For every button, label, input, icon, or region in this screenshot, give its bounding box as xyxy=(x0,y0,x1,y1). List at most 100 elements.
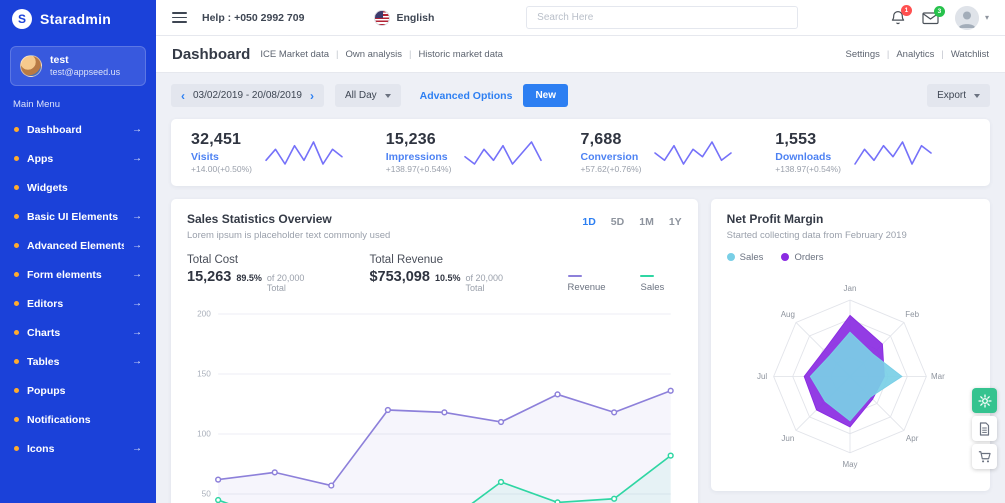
range-tab-5d[interactable]: 5D xyxy=(611,216,624,228)
search-container xyxy=(449,6,875,29)
arrow-right-icon: → xyxy=(132,240,142,252)
user-avatar xyxy=(20,55,42,78)
svg-text:Jun: Jun xyxy=(782,434,795,443)
separator: | xyxy=(941,48,944,60)
arrow-right-icon: → xyxy=(132,356,142,368)
breadcrumb: ICE Market data | Own analysis | Histori… xyxy=(260,49,503,60)
sidebar-item-notifications[interactable]: Notifications xyxy=(0,405,156,434)
language-selector[interactable]: English xyxy=(374,9,435,26)
language-label: English xyxy=(396,11,435,24)
all-day-label: All Day xyxy=(344,90,377,101)
new-button[interactable]: New xyxy=(523,84,568,107)
sidebar-item-popups[interactable]: Popups xyxy=(0,376,156,405)
bullet-icon xyxy=(14,446,19,452)
link-watchlist[interactable]: Watchlist xyxy=(951,49,989,60)
link-analytics[interactable]: Analytics xyxy=(896,49,934,60)
content-area: ‹ 03/02/2019 - 20/08/2019 › All Day Adva… xyxy=(156,73,1005,503)
net-profit-subtitle: Started collecting data from February 20… xyxy=(726,230,907,241)
sidebar-item-widgets[interactable]: Widgets xyxy=(0,173,156,202)
stats-card: 32,451 Visits +14.00(+0.50%) 15,236 Impr… xyxy=(171,119,990,186)
link-settings[interactable]: Settings xyxy=(846,49,880,60)
svg-text:Jan: Jan xyxy=(844,284,857,293)
brand-initial: S xyxy=(17,11,26,26)
cart-fab-button[interactable] xyxy=(972,444,997,469)
svg-text:100: 100 xyxy=(197,430,211,439)
impressions-sparkline-chart xyxy=(464,140,543,165)
profile-menu[interactable]: ▾ xyxy=(954,5,989,30)
document-fab-button[interactable] xyxy=(972,416,997,441)
line-chart-legend: Revenue Sales xyxy=(567,271,682,293)
stat-conversion: 7,688 Conversion +57.62(+0.76%) xyxy=(581,131,776,174)
stat-change: +14.00(+0.50%) xyxy=(191,164,252,174)
cart-icon xyxy=(978,450,991,462)
export-dropdown[interactable]: Export xyxy=(927,84,990,107)
sidebar-item-tables[interactable]: Tables → xyxy=(0,347,156,376)
stat-label: Conversion xyxy=(580,151,639,163)
range-tab-1m[interactable]: 1M xyxy=(639,216,654,228)
bullet-icon xyxy=(14,359,19,365)
page-header: Dashboard ICE Market data | Own analysis… xyxy=(156,36,1005,73)
stat-change: +138.97(+0.54%) xyxy=(385,164,452,174)
next-date-button[interactable]: › xyxy=(310,90,314,102)
stat-impressions: 15,236 Impressions +138.97(+0.54%) xyxy=(386,131,581,174)
svg-text:50: 50 xyxy=(202,490,212,499)
link-historic-market-data[interactable]: Historic market data xyxy=(418,49,502,60)
notifications-button[interactable]: 1 xyxy=(890,4,912,26)
total-revenue-percent: 10.5% xyxy=(434,273,461,283)
sidebar-item-editors[interactable]: Editors → xyxy=(0,289,156,318)
user-email: test@appseed.us xyxy=(50,67,121,78)
arrow-right-icon: → xyxy=(132,298,142,310)
stat-value: 15,236 xyxy=(385,131,436,148)
messages-badge: 3 xyxy=(933,5,945,17)
orders-dot-swatch xyxy=(781,253,790,262)
sidebar-item-dashboard[interactable]: Dashboard → xyxy=(0,115,156,144)
user-name: test xyxy=(50,54,69,66)
help-phone-text: Help : +050 2992 709 xyxy=(202,11,305,24)
svg-text:Jul: Jul xyxy=(757,372,767,381)
sidebar-item-icons[interactable]: Icons → xyxy=(0,434,156,463)
conversion-sparkline-chart xyxy=(654,140,733,165)
arrow-right-icon: → xyxy=(132,124,142,136)
range-tab-1d[interactable]: 1D xyxy=(582,216,595,228)
stat-downloads: 1,553 Downloads +138.97(+0.54%) xyxy=(775,131,970,174)
svg-text:May: May xyxy=(843,460,858,469)
bullet-icon xyxy=(14,272,19,278)
bullet-icon xyxy=(14,156,19,162)
prev-date-button[interactable]: ‹ xyxy=(181,90,185,102)
sidebar-item-form-elements[interactable]: Form elements → xyxy=(0,260,156,289)
sidebar-item-basic-ui-elements[interactable]: Basic UI Elements → xyxy=(0,202,156,231)
all-day-dropdown[interactable]: All Day xyxy=(334,84,401,107)
messages-button[interactable]: 3 xyxy=(922,5,945,25)
menu-section-label: Main Menu xyxy=(13,99,60,111)
user-meta: test test@appseed.us xyxy=(50,54,120,78)
search-input[interactable] xyxy=(526,6,799,29)
range-tab-1y[interactable]: 1Y xyxy=(669,216,682,228)
link-ice-market-data[interactable]: ICE Market data xyxy=(260,49,329,60)
charts-row: Sales Statistics Overview Lorem ipsum is… xyxy=(171,199,990,503)
legend-revenue: Revenue xyxy=(567,271,623,293)
legend-sales: Sales xyxy=(640,271,681,293)
top-navbar: Help : +050 2992 709 English 1 3 ▾ xyxy=(156,0,1005,36)
advanced-options-link[interactable]: Advanced Options xyxy=(420,90,513,102)
total-revenue: Total Revenue $753,098 10.5% of 20,000 T… xyxy=(369,254,519,293)
legend-sales: Sales xyxy=(726,252,763,263)
visits-sparkline-chart xyxy=(265,140,343,165)
date-range-picker[interactable]: ‹ 03/02/2019 - 20/08/2019 › xyxy=(171,84,324,107)
sales-card-title: Sales Statistics Overview xyxy=(187,212,332,226)
sidebar-item-apps[interactable]: Apps → xyxy=(0,144,156,173)
export-label: Export xyxy=(937,90,966,101)
net-profit-radar-chart: Jan Feb Mar Apr May Jun Jul Aug xyxy=(757,284,945,469)
menu-toggle-button[interactable] xyxy=(172,12,187,23)
arrow-right-icon: → xyxy=(132,153,142,165)
sidebar-item-charts[interactable]: Charts → xyxy=(0,318,156,347)
brand[interactable]: S Staradmin xyxy=(0,0,156,37)
svg-text:200: 200 xyxy=(197,310,211,319)
sidebar-item-advanced-elements[interactable]: Advanced Elements → xyxy=(0,231,156,260)
sidebar-user-card[interactable]: test test@appseed.us xyxy=(10,46,146,87)
total-revenue-value: $753,098 xyxy=(369,269,430,285)
settings-fab-button[interactable] xyxy=(972,388,997,413)
bullet-icon xyxy=(14,185,19,191)
separator: | xyxy=(336,48,339,60)
link-own-analysis[interactable]: Own analysis xyxy=(345,49,402,60)
arrow-right-icon: → xyxy=(132,211,142,223)
